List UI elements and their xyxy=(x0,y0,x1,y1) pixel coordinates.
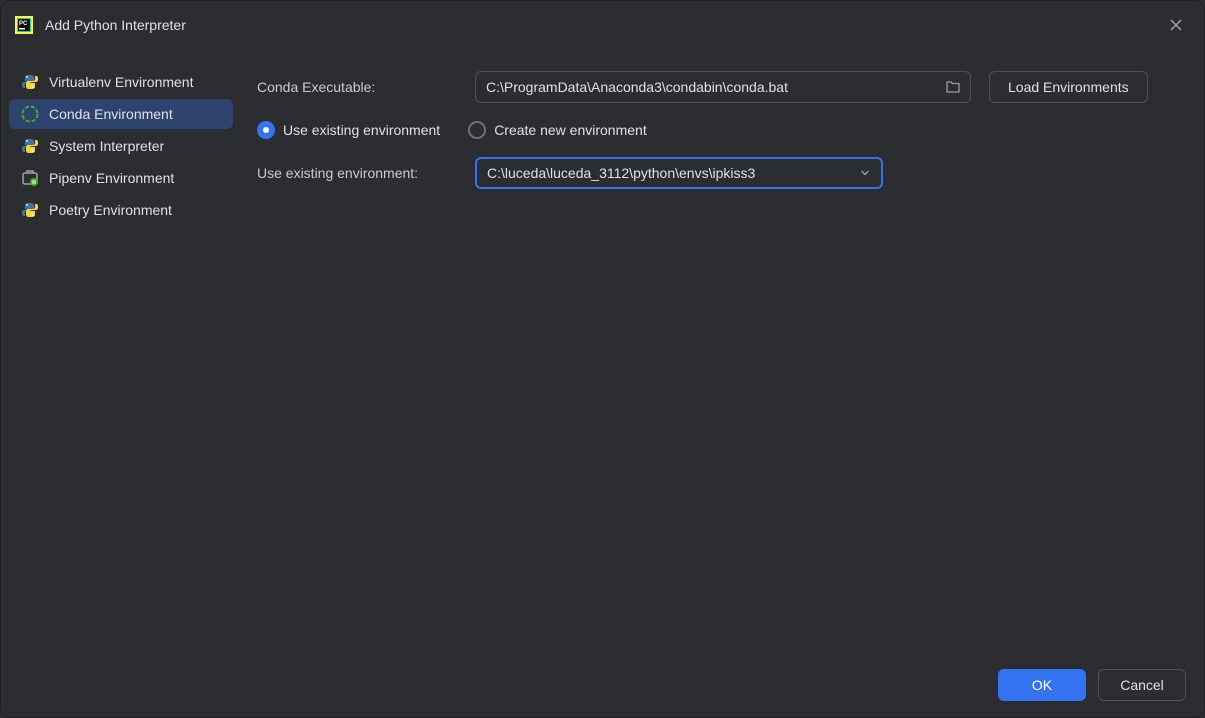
dialog-body: Virtualenv Environment Conda Environment xyxy=(1,49,1204,655)
use-existing-row: Use existing environment: C:\luceda\luce… xyxy=(257,157,1188,189)
load-environments-button[interactable]: Load Environments xyxy=(989,71,1148,103)
pycharm-icon: PC xyxy=(15,16,33,34)
sidebar: Virtualenv Environment Conda Environment xyxy=(9,63,233,655)
chevron-down-icon xyxy=(857,165,873,181)
conda-executable-input-wrap[interactable] xyxy=(475,71,971,103)
radio-circle-icon xyxy=(468,121,486,139)
radio-label: Use existing environment xyxy=(283,122,440,138)
radio-create-new[interactable]: Create new environment xyxy=(468,121,647,139)
svg-text:PC: PC xyxy=(19,21,28,27)
sidebar-item-label: Conda Environment xyxy=(49,106,173,122)
ok-button[interactable]: OK xyxy=(998,669,1086,701)
radio-use-existing[interactable]: Use existing environment xyxy=(257,121,440,139)
sidebar-item-pipenv[interactable]: Pipenv Environment xyxy=(9,163,233,193)
close-button[interactable] xyxy=(1162,11,1190,39)
conda-icon xyxy=(21,105,39,123)
titlebar: PC Add Python Interpreter xyxy=(1,1,1204,49)
env-mode-radio-group: Use existing environment Create new envi… xyxy=(257,121,1188,139)
radio-label: Create new environment xyxy=(494,122,647,138)
add-interpreter-dialog: PC Add Python Interpreter xyxy=(0,0,1205,718)
sidebar-item-label: Pipenv Environment xyxy=(49,170,174,186)
sidebar-item-system[interactable]: System Interpreter xyxy=(9,131,233,161)
python-icon xyxy=(21,137,39,155)
folder-icon[interactable] xyxy=(944,78,962,96)
sidebar-item-label: Poetry Environment xyxy=(49,202,172,218)
poetry-icon xyxy=(21,201,39,219)
dialog-title: Add Python Interpreter xyxy=(45,17,1150,33)
sidebar-item-virtualenv[interactable]: Virtualenv Environment xyxy=(9,67,233,97)
conda-executable-label: Conda Executable: xyxy=(257,79,457,95)
pipenv-icon xyxy=(21,169,39,187)
conda-executable-input[interactable] xyxy=(486,79,944,95)
cancel-button[interactable]: Cancel xyxy=(1098,669,1186,701)
select-value: C:\luceda\luceda_3112\python\envs\ipkiss… xyxy=(487,165,857,181)
use-existing-label: Use existing environment: xyxy=(257,165,457,181)
main-panel: Conda Executable: Load Environments Use … xyxy=(257,63,1188,655)
radio-circle-icon xyxy=(257,121,275,139)
sidebar-item-poetry[interactable]: Poetry Environment xyxy=(9,195,233,225)
python-venv-icon xyxy=(21,73,39,91)
close-icon xyxy=(1169,18,1183,32)
sidebar-item-label: System Interpreter xyxy=(49,138,164,154)
conda-executable-row: Conda Executable: Load Environments xyxy=(257,71,1188,103)
sidebar-item-conda[interactable]: Conda Environment xyxy=(9,99,233,129)
existing-env-select[interactable]: C:\luceda\luceda_3112\python\envs\ipkiss… xyxy=(475,157,883,189)
sidebar-item-label: Virtualenv Environment xyxy=(49,74,193,90)
dialog-footer: OK Cancel xyxy=(1,655,1204,717)
